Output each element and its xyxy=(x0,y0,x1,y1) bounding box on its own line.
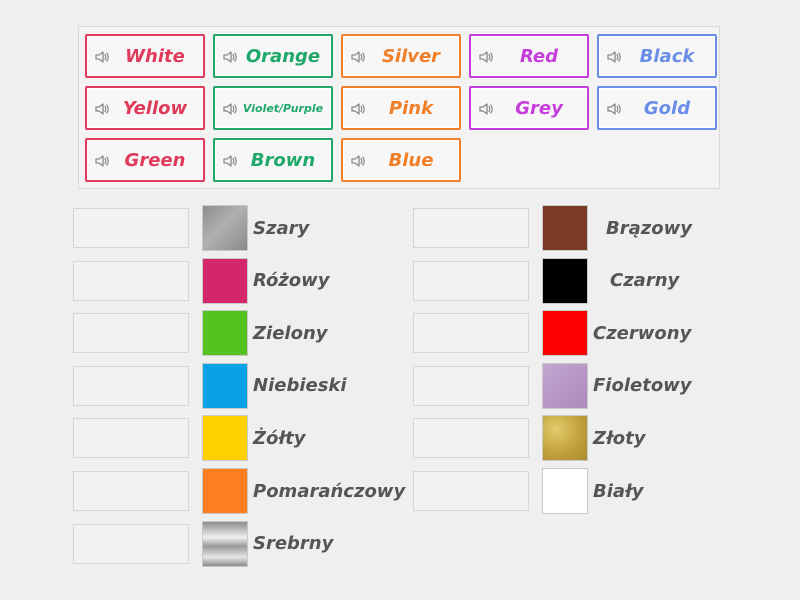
word-tile[interactable]: Green xyxy=(85,138,205,182)
word-tile-label: Pink xyxy=(388,97,434,119)
word-tile-label: Violet/Purple xyxy=(242,101,324,115)
color-swatch xyxy=(202,205,248,251)
color-swatch xyxy=(202,415,248,462)
drop-zone[interactable] xyxy=(413,471,529,511)
color-swatch xyxy=(202,362,248,409)
speaker-icon[interactable] xyxy=(478,49,494,65)
polish-color-name: Pomarańczowy xyxy=(253,480,406,502)
polish-color-name: Biały xyxy=(593,480,644,502)
color-swatch xyxy=(542,362,588,409)
polish-color-name: Złoty xyxy=(593,427,646,449)
drop-zone[interactable] xyxy=(413,313,529,354)
speaker-icon[interactable] xyxy=(350,153,366,169)
word-tile[interactable]: Violet/Purple xyxy=(213,86,333,130)
color-swatch xyxy=(202,310,248,357)
word-tile[interactable]: Gold xyxy=(597,86,717,130)
drop-zone[interactable] xyxy=(73,365,189,406)
word-tile-label: Red xyxy=(519,45,559,67)
word-tile[interactable]: Silver xyxy=(341,34,461,78)
drop-zone[interactable] xyxy=(73,523,189,564)
word-tile[interactable]: Orange xyxy=(213,34,333,78)
word-tile[interactable]: Blue xyxy=(341,138,461,182)
polish-color-name: Srebrny xyxy=(253,533,334,555)
word-tile[interactable]: Black xyxy=(597,34,717,78)
speaker-icon[interactable] xyxy=(606,101,622,117)
word-tile[interactable]: Red xyxy=(469,34,589,78)
word-tile-label: Blue xyxy=(388,149,434,171)
color-swatch xyxy=(202,468,248,514)
polish-color-name: Żółty xyxy=(253,427,306,449)
word-tile-label: Green xyxy=(124,149,186,171)
word-tile[interactable]: Yellow xyxy=(85,86,205,130)
color-swatch xyxy=(542,257,588,304)
word-tile-label: White xyxy=(125,45,185,67)
polish-color-name: Zielony xyxy=(253,322,328,344)
color-swatch xyxy=(202,520,248,567)
speaker-icon[interactable] xyxy=(350,101,366,117)
word-tile[interactable]: Pink xyxy=(341,86,461,130)
drop-zone[interactable] xyxy=(73,418,189,459)
drop-zone[interactable] xyxy=(413,260,529,301)
word-tile-label: Gold xyxy=(643,97,691,119)
speaker-icon[interactable] xyxy=(94,153,110,169)
polish-color-name: Szary xyxy=(253,217,310,239)
color-swatch xyxy=(542,468,588,514)
polish-color-name: Różowy xyxy=(253,270,330,292)
word-tile-label: Black xyxy=(639,45,695,67)
color-swatch xyxy=(542,205,588,251)
color-swatch xyxy=(202,257,248,304)
word-tile-label: Orange xyxy=(245,45,321,67)
word-tile[interactable]: Grey xyxy=(469,86,589,130)
polish-color-name: Brązowy xyxy=(606,217,692,239)
word-tile-label: Brown xyxy=(250,149,316,171)
speaker-icon[interactable] xyxy=(222,101,238,117)
drop-zone[interactable] xyxy=(413,208,529,248)
polish-color-name: Czarny xyxy=(610,270,680,292)
polish-color-name: Niebieski xyxy=(253,375,347,397)
drop-zone[interactable] xyxy=(73,313,189,354)
word-tile[interactable]: Brown xyxy=(213,138,333,182)
word-tile-label: Yellow xyxy=(122,97,188,119)
word-tile-label: Silver xyxy=(381,45,441,67)
word-bank: White Orange Silver Red Black Yellow Violet/Pu… xyxy=(78,26,720,189)
speaker-icon[interactable] xyxy=(222,153,238,169)
drop-zone[interactable] xyxy=(413,418,529,459)
polish-color-name: Czerwony xyxy=(593,322,692,344)
word-tile-label: Grey xyxy=(515,97,563,119)
speaker-icon[interactable] xyxy=(94,49,110,65)
drop-zone[interactable] xyxy=(73,208,189,248)
drop-zone[interactable] xyxy=(73,471,189,511)
drop-zone[interactable] xyxy=(73,260,189,301)
drop-zone[interactable] xyxy=(413,365,529,406)
polish-color-name: Fioletowy xyxy=(593,375,692,397)
speaker-icon[interactable] xyxy=(478,101,494,117)
speaker-icon[interactable] xyxy=(94,101,110,117)
color-swatch xyxy=(542,415,588,462)
color-swatch xyxy=(542,310,588,357)
speaker-icon[interactable] xyxy=(350,49,366,65)
word-tile[interactable]: White xyxy=(85,34,205,78)
speaker-icon[interactable] xyxy=(606,49,622,65)
speaker-icon[interactable] xyxy=(222,49,238,65)
